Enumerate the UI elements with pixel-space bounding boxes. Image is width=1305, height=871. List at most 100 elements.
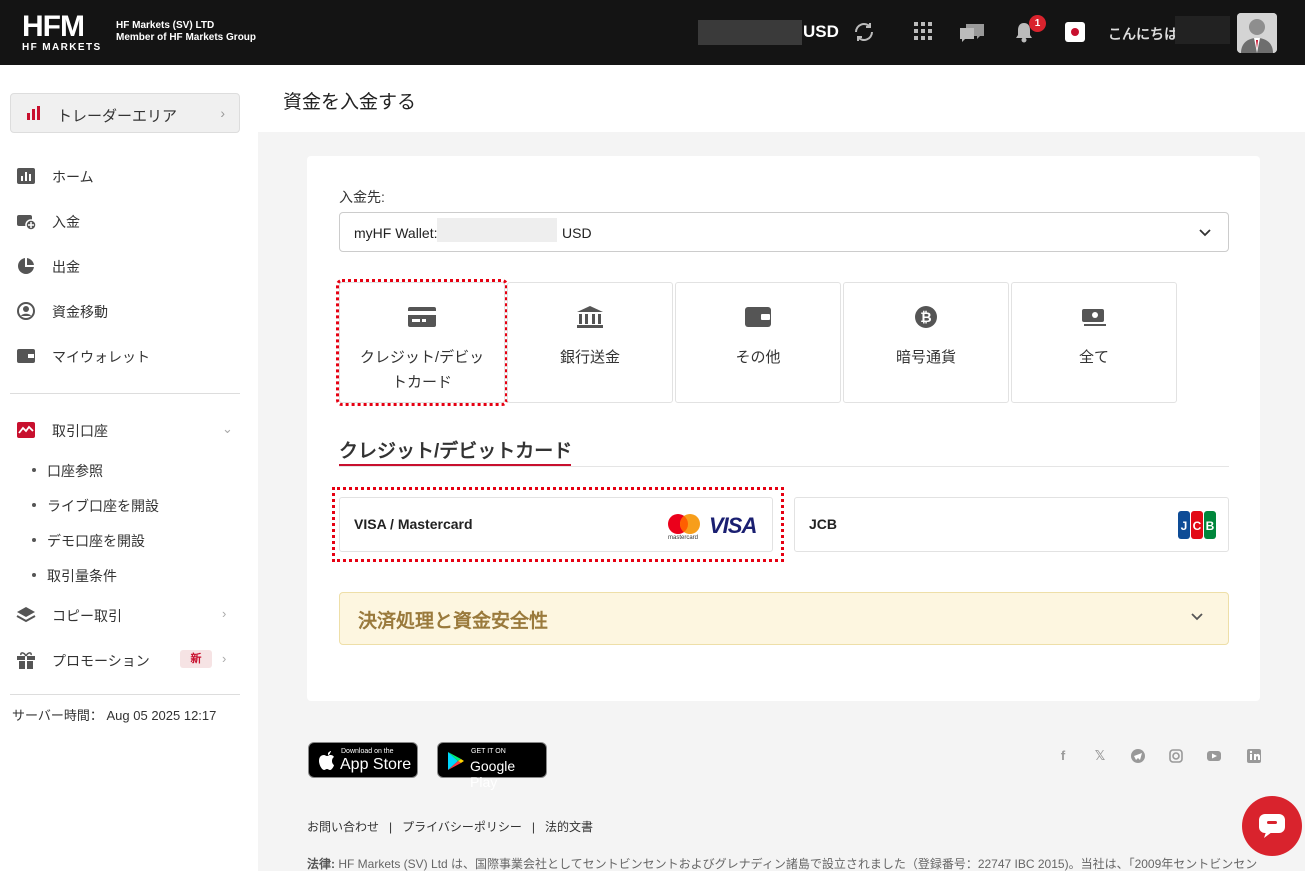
cash-icon bbox=[1082, 309, 1106, 326]
transfer-icon bbox=[17, 302, 35, 320]
svg-text:B: B bbox=[1206, 519, 1215, 533]
japan-flag-icon[interactable] bbox=[1065, 22, 1085, 42]
provider-highlight-outline bbox=[332, 487, 784, 562]
sidebar-item-label: 入金 bbox=[52, 214, 80, 230]
google-play-big-text: Google Play bbox=[470, 758, 516, 790]
provider-label: JCB bbox=[809, 516, 838, 532]
page-title: 資金を入金する bbox=[283, 92, 417, 113]
wallet-id-masked bbox=[437, 218, 557, 242]
sidebar-item-label: コピー取引 bbox=[52, 608, 122, 624]
wallet-icon bbox=[17, 349, 35, 363]
server-time: サーバー時間： Aug 05 2025 12:17 bbox=[12, 705, 216, 724]
app-store-button[interactable]: Download on the App Store bbox=[308, 742, 418, 778]
wallet-select[interactable]: myHF Wallet: USD bbox=[339, 212, 1229, 252]
youtube-icon[interactable] bbox=[1207, 749, 1221, 763]
sidebar-item-label: プロモーション bbox=[52, 653, 150, 669]
company-name: HF Markets (SV) LTD bbox=[116, 20, 215, 31]
legal-text: HF Markets (SV) Ltd は、国際事業会社としてセントビンセントお… bbox=[338, 857, 1258, 871]
accordion-label: 決済処理と資金安全性 bbox=[358, 611, 549, 632]
google-play-small-text: GET IT ON bbox=[471, 748, 506, 755]
sidebar-item-transfer[interactable]: 資金移動 bbox=[0, 293, 258, 329]
sidebar-item-label: 出金 bbox=[52, 259, 80, 275]
facebook-icon[interactable]: f bbox=[1056, 749, 1070, 763]
trader-area-button[interactable]: トレーダーエリア › bbox=[10, 93, 240, 133]
sidebar: トレーダーエリア › ホーム 入金 出金 資金移動 マイウォレット 取引口座 ⌄… bbox=[0, 65, 258, 871]
balance-masked bbox=[698, 20, 802, 45]
trader-area-label: トレーダーエリア bbox=[57, 108, 178, 125]
sidebar-subitem-open-live[interactable]: ライブ口座を開設 bbox=[32, 496, 159, 516]
chevron-right-icon: › bbox=[220, 105, 225, 121]
chat-icon bbox=[1259, 814, 1285, 838]
sidebar-item-withdraw[interactable]: 出金 bbox=[0, 248, 258, 284]
apple-icon bbox=[319, 751, 334, 770]
method-crypto[interactable]: ₿ 暗号通貨 bbox=[843, 282, 1009, 403]
app-store-small-text: Download on the bbox=[341, 748, 394, 755]
method-label: 暗号通貨 bbox=[895, 349, 956, 366]
footer-link-privacy[interactable]: プライバシーポリシー bbox=[402, 820, 522, 834]
svg-text:₿: ₿ bbox=[920, 310, 931, 326]
trading-account-icon bbox=[17, 422, 35, 438]
footer-link-legal[interactable]: 法的文書 bbox=[545, 820, 593, 834]
withdraw-icon bbox=[18, 258, 34, 274]
footer-separator: | bbox=[531, 820, 536, 834]
chevron-down-icon bbox=[1191, 613, 1203, 621]
method-other[interactable]: その他 bbox=[675, 282, 841, 403]
credit-card-icon bbox=[408, 307, 436, 327]
legal-label: 法律: bbox=[307, 857, 335, 871]
footer-links: お問い合わせ | プライバシーポリシー | 法的文書 bbox=[307, 818, 593, 835]
sidebar-item-copy-trading[interactable]: コピー取引 › bbox=[0, 597, 258, 633]
linkedin-icon[interactable] bbox=[1247, 749, 1261, 763]
chevron-right-icon: › bbox=[222, 651, 227, 666]
sidebar-item-my-wallet[interactable]: マイウォレット bbox=[0, 338, 258, 374]
user-avatar-icon bbox=[1237, 13, 1277, 53]
avatar[interactable] bbox=[1237, 13, 1277, 53]
sidebar-item-promotion[interactable]: プロモーション 新 › bbox=[0, 642, 258, 678]
live-chat-button[interactable] bbox=[1242, 796, 1302, 856]
apps-grid-icon[interactable] bbox=[914, 22, 932, 40]
footer-separator: | bbox=[389, 820, 393, 834]
wallet-prefix: myHF Wallet: bbox=[354, 225, 438, 241]
refresh-icon[interactable] bbox=[852, 20, 876, 44]
wallet-currency: USD bbox=[562, 225, 592, 241]
sidebar-item-deposit[interactable]: 入金 bbox=[0, 203, 258, 239]
wallet-icon bbox=[745, 307, 771, 327]
method-label: クレジット/デビットカード bbox=[359, 349, 485, 391]
bitcoin-icon: ₿ bbox=[915, 306, 937, 328]
hfm-logo[interactable]: HFM bbox=[22, 12, 85, 42]
section-rule bbox=[339, 466, 1229, 467]
chevron-down-icon: ⌄ bbox=[222, 421, 233, 436]
home-chart-icon bbox=[17, 168, 35, 184]
sidebar-item-label: 資金移動 bbox=[52, 304, 108, 320]
company-info: HF Markets (SV) LTD Member of HF Markets… bbox=[116, 20, 256, 44]
logo-subtitle: HF MARKETS bbox=[22, 42, 102, 53]
greeting-text: こんにちは bbox=[1108, 26, 1178, 42]
sidebar-item-label: マイウォレット bbox=[52, 349, 150, 365]
deposit-card: 入金先: myHF Wallet: USD クレジット/デビットカード 銀行送金 bbox=[307, 156, 1260, 701]
sidebar-item-trading-accounts[interactable]: 取引口座 ⌄ bbox=[0, 412, 258, 448]
method-all[interactable]: 全て bbox=[1011, 282, 1177, 403]
instagram-icon[interactable] bbox=[1169, 749, 1183, 763]
company-group: Member of HF Markets Group bbox=[116, 32, 257, 43]
footer-link-contact[interactable]: お問い合わせ bbox=[307, 820, 379, 834]
x-twitter-icon[interactable]: 𝕏 bbox=[1093, 749, 1107, 763]
chevron-right-icon: › bbox=[222, 606, 227, 621]
gift-icon bbox=[17, 652, 35, 669]
method-credit-card[interactable]: クレジット/デビットカード bbox=[336, 279, 508, 406]
payment-security-accordion[interactable]: 決済処理と資金安全性 bbox=[339, 592, 1229, 645]
bar-chart-icon bbox=[27, 106, 40, 120]
svg-text:J: J bbox=[1181, 519, 1188, 533]
provider-jcb[interactable]: JCB J C B bbox=[794, 497, 1229, 552]
server-time-label: サーバー時間： bbox=[12, 708, 103, 723]
method-bank-transfer[interactable]: 銀行送金 bbox=[507, 282, 673, 403]
google-play-button[interactable]: GET IT ON Google Play bbox=[437, 742, 547, 790]
google-play-icon bbox=[448, 752, 464, 770]
chat-bubbles-icon[interactable] bbox=[958, 22, 986, 44]
sidebar-subitem-volume-conditions[interactable]: 取引量条件 bbox=[32, 566, 117, 586]
sidebar-item-home[interactable]: ホーム bbox=[0, 158, 258, 194]
username-masked bbox=[1175, 16, 1230, 44]
sidebar-subitem-view-accounts[interactable]: 口座参照 bbox=[32, 461, 103, 481]
page-header: 資金を入金する bbox=[258, 65, 1305, 132]
notification-badge: 1 bbox=[1029, 15, 1046, 32]
telegram-icon[interactable] bbox=[1131, 749, 1145, 763]
sidebar-subitem-open-demo[interactable]: デモ口座を開設 bbox=[32, 531, 145, 551]
